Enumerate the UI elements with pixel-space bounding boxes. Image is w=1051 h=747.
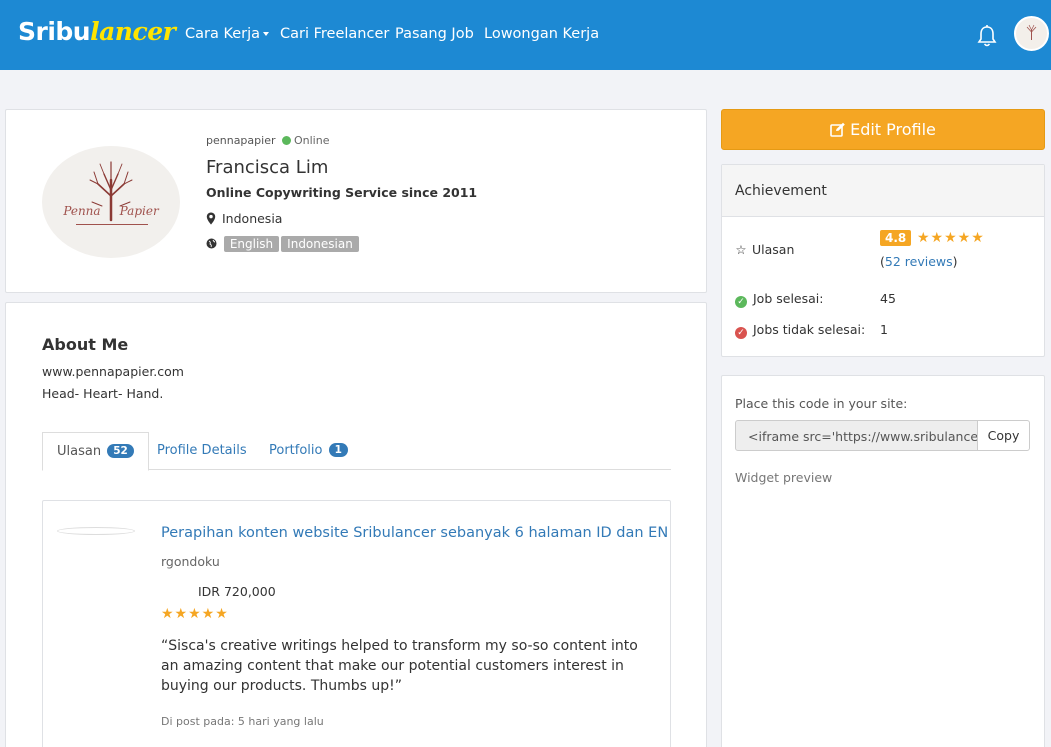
achievement-header: Achievement	[722, 165, 1044, 217]
achievement-card: Achievement ☆ Ulasan 4.8 ★★★★★ (52 review…	[721, 164, 1045, 357]
widget-card: Place this code in your site: <iframe sr…	[721, 375, 1045, 747]
check-circle-icon: ✓	[735, 296, 747, 308]
logo-text-yellow: lancer	[90, 17, 176, 46]
review-text: “Sisca's creative writings helped to tra…	[161, 638, 638, 694]
widget-label: Place this code in your site:	[735, 396, 908, 411]
times-circle-icon: ✓	[735, 327, 747, 339]
review-item: Perapihan konten website Sribulancer seb…	[42, 500, 671, 747]
nav-pasang-job[interactable]: Pasang Job	[395, 26, 474, 42]
profile-languages: English Indonesian	[206, 236, 361, 252]
nav-cara-kerja[interactable]: Cara Kerja	[185, 26, 270, 42]
online-status-icon	[282, 136, 291, 145]
profile-name: Francisca Lim	[206, 157, 329, 178]
nav-cari-freelancer[interactable]: Cari Freelancer	[280, 26, 389, 42]
rating-stars: ★★★★★	[917, 229, 985, 245]
about-title: About Me	[42, 335, 129, 354]
review-stars: ★★★★★	[161, 605, 229, 621]
tab-ulasan[interactable]: Ulasan 52	[42, 432, 149, 471]
reviewer-avatar	[57, 527, 135, 535]
map-marker-icon	[206, 212, 216, 225]
review-date: Di post pada: 5 hari yang lalu	[161, 715, 324, 728]
logo-text-white: Sribu	[18, 17, 91, 46]
review-job-title[interactable]: Perapihan konten website Sribulancer seb…	[161, 525, 668, 541]
photo-underline	[76, 224, 148, 225]
nav-cara-kerja-label: Cara Kerja	[185, 26, 261, 42]
nav-lowongan-kerja[interactable]: Lowongan Kerja	[484, 26, 599, 42]
profile-tagline: Online Copywriting Service since 2011	[206, 185, 478, 200]
username: pennapapier	[206, 134, 276, 147]
achievement-title: Achievement	[735, 183, 827, 199]
job-done-label: ✓ Job selesai:	[735, 291, 823, 308]
profile-card: Penna Papier pennapapier Online Francisc…	[5, 109, 707, 293]
language-badge: Indonesian	[281, 236, 359, 252]
bell-icon[interactable]	[976, 24, 998, 48]
language-badge: English	[223, 236, 280, 252]
tree-logo-icon	[1026, 24, 1037, 40]
reviews-link[interactable]: 52 reviews	[885, 254, 953, 269]
about-motto: Head- Heart- Hand.	[42, 386, 164, 401]
tree-logo-icon	[89, 161, 133, 222]
profile-tabs: Ulasan 52 Profile Details Portfolio 1	[42, 432, 671, 471]
location-text: Indonesia	[222, 211, 283, 226]
tab-ulasan-label: Ulasan	[57, 444, 102, 459]
reviews-count: (52 reviews)	[880, 254, 958, 269]
photo-brand-text: Penna Papier	[63, 204, 159, 218]
sribulancer-logo[interactable]: Sribulancer	[18, 17, 176, 46]
tab-portfolio[interactable]: Portfolio 1	[269, 432, 348, 470]
globe-icon	[206, 238, 217, 249]
caret-down-icon	[263, 32, 270, 36]
job-failed-value: 1	[880, 322, 888, 337]
review-price: IDR 720,000	[198, 584, 276, 599]
widget-code-input[interactable]: <iframe src='https://www.sribulancer	[735, 420, 978, 451]
copy-button[interactable]: Copy	[977, 420, 1030, 451]
about-website: www.pennapapier.com	[42, 364, 184, 379]
profile-photo: Penna Papier	[42, 146, 180, 258]
reviewer-name: rgondoku	[161, 554, 220, 569]
tab-portfolio-label: Portfolio	[269, 443, 323, 458]
edit-icon	[830, 122, 845, 137]
online-status-label: Online	[294, 134, 330, 147]
rating-badge: 4.8	[880, 230, 912, 246]
job-done-value: 45	[880, 291, 896, 306]
edit-profile-label: Edit Profile	[850, 120, 936, 139]
top-navbar: Sribulancer Cara Kerja Cari Freelancer P…	[0, 0, 1051, 70]
username-line: pennapapier Online	[206, 134, 329, 147]
profile-location: Indonesia	[206, 211, 282, 226]
star-outline-icon: ☆	[735, 242, 747, 257]
job-failed-label: ✓ Jobs tidak selesai:	[735, 322, 865, 339]
ulasan-label: ☆ Ulasan	[735, 242, 795, 257]
edit-profile-button[interactable]: Edit Profile	[721, 109, 1045, 150]
about-card: About Me www.pennapapier.com Head- Heart…	[5, 302, 707, 747]
tab-profile-details[interactable]: Profile Details	[157, 432, 247, 470]
tab-portfolio-count: 1	[328, 443, 348, 457]
user-avatar[interactable]	[1014, 16, 1049, 51]
widget-preview-label: Widget preview	[735, 470, 833, 485]
tab-ulasan-count: 52	[107, 444, 134, 458]
